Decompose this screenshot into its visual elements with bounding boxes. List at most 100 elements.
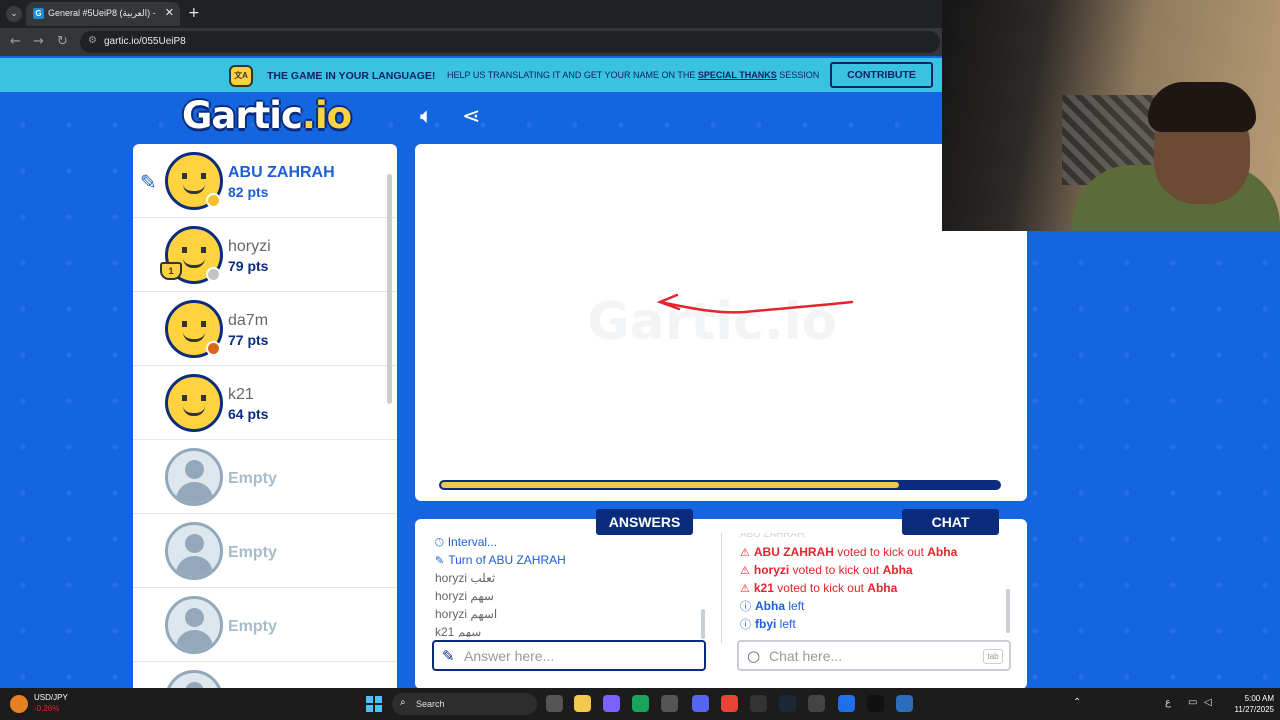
trophy-icon: 1 — [160, 262, 182, 280]
edge-icon[interactable] — [632, 695, 649, 712]
app-icon[interactable] — [750, 695, 767, 712]
list-item: ✎ Turn of ABU ZAHRAH — [435, 553, 566, 567]
chevron-up-icon[interactable]: ⌃ — [1073, 697, 1081, 708]
empty-slot: Empty — [133, 440, 397, 514]
app-icon[interactable] — [896, 695, 913, 712]
task-view-icon[interactable] — [546, 695, 563, 712]
empty-slot-label: Empty — [228, 544, 277, 561]
status-dot — [206, 193, 221, 208]
app-icon[interactable] — [867, 695, 884, 712]
store-icon[interactable] — [661, 695, 678, 712]
empty-slot-label: Empty — [228, 470, 277, 487]
answer-field[interactable]: ✎ — [432, 640, 706, 671]
player-points: 79 pts — [228, 258, 269, 274]
clock-icon: 🕓︎ — [435, 536, 444, 549]
banner-text: HELP US TRANSLATING IT AND GET YOUR NAME… — [447, 70, 820, 80]
contribute-button[interactable]: CONTRIBUTE — [830, 62, 933, 88]
list-item: ABU ZAHRAH — [740, 533, 805, 540]
url-text: gartic.io/055UeiP8 — [104, 36, 186, 47]
drawing-canvas[interactable]: Gartic.io — [415, 144, 1027, 501]
empty-slot-label: Empty — [228, 618, 277, 635]
new-tab-icon[interactable]: + — [188, 5, 200, 21]
tab-search-icon[interactable]: ⌄ — [6, 6, 22, 22]
player-points: 82 pts — [228, 184, 269, 200]
forward-icon[interactable]: → — [33, 34, 44, 49]
special-thanks-link[interactable]: SPECIAL THANKS — [698, 70, 777, 80]
list-item: 🕓︎ Interval... — [435, 535, 498, 549]
xbox-icon[interactable] — [808, 695, 825, 712]
ticker-symbol[interactable]: USD/JPY — [34, 693, 68, 702]
empty-avatar — [165, 448, 223, 506]
tab-key-hint: tab — [983, 649, 1003, 664]
chat-field[interactable]: ○ tab — [737, 640, 1011, 671]
player-list-scrollbar[interactable] — [387, 174, 392, 404]
panel-divider — [721, 533, 722, 643]
info-icon: ⓘ — [740, 600, 751, 613]
tab-title: General #5UeiP8 (العربية) - Gartic.io — [48, 8, 158, 18]
ticker-value: -0,26% — [34, 704, 60, 713]
answer-input[interactable] — [464, 646, 664, 666]
chat-scrollbar[interactable] — [1006, 589, 1010, 633]
tab-chat[interactable]: CHAT — [902, 509, 999, 535]
empty-avatar — [165, 670, 223, 688]
list-item: ⚠ k21 voted to kick out Abha — [740, 581, 898, 595]
discord-icon[interactable] — [692, 695, 709, 712]
pencil-icon: ✎ — [442, 647, 455, 665]
gartic-logo: Gartic.io — [182, 94, 352, 137]
answers-scrollbar[interactable] — [701, 609, 705, 639]
list-item: horyzi اسهم — [435, 607, 498, 621]
tab-close-icon[interactable]: ✕ — [165, 6, 174, 19]
drawing-pencil-icon: ✎ — [140, 170, 157, 194]
answers-chat-panel: ANSWERS CHAT 🕓︎ Interval... ✎ Turn of ABU … — [415, 509, 1027, 688]
search-label: Search — [416, 699, 445, 709]
language-indicator[interactable]: ع — [1165, 697, 1171, 708]
chrome-icon[interactable] — [721, 695, 738, 712]
pencil-icon: ✎ — [435, 554, 445, 567]
browser-tab[interactable]: G General #5UeiP8 (العربية) - Gartic.io … — [26, 2, 180, 26]
search-icon: ⌕ — [400, 697, 406, 708]
warning-icon: ⚠ — [740, 564, 750, 577]
tab-answers[interactable]: ANSWERS — [596, 509, 693, 535]
player-points: 64 pts — [228, 406, 269, 422]
list-item: ⓘ Abha left — [740, 599, 805, 613]
player-name: da7m — [228, 312, 269, 329]
list-item: horyzi ثعلب — [435, 571, 496, 585]
player-row: da7m 77 pts — [133, 292, 397, 366]
warning-icon: ⚠ — [740, 582, 750, 595]
copilot-icon[interactable] — [603, 695, 620, 712]
windows-taskbar: USD/JPY -0,26% ⌕ Search ⌃ ع ▭ ◁ 5:00 AM … — [0, 688, 1280, 720]
banner-headline: THE GAME IN YOUR LANGUAGE! — [267, 70, 436, 82]
reload-icon[interactable]: ↻ — [57, 34, 68, 49]
taskbar-search[interactable]: ⌕ Search — [392, 693, 537, 715]
player-name: ABU ZAHRAH — [228, 164, 335, 181]
empty-slot: Empty — [133, 588, 397, 662]
site-info-icon[interactable]: ⚙ — [88, 35, 97, 46]
player-name: horyzi — [228, 238, 271, 255]
empty-slot: Empty — [133, 514, 397, 588]
status-dot — [206, 267, 221, 282]
weather-widget-icon[interactable] — [10, 695, 28, 713]
network-icon[interactable]: ▭ — [1188, 697, 1197, 708]
steam-icon[interactable] — [779, 695, 796, 712]
back-icon[interactable]: ← — [10, 34, 21, 49]
sound-icon[interactable]: 🔈︎ — [420, 104, 433, 129]
list-item: ⚠ ABU ZAHRAH voted to kick out Abha — [740, 545, 958, 559]
status-dot — [206, 341, 221, 356]
player-row: ✎ ABU ZAHRAH 82 pts — [133, 144, 397, 218]
translate-icon: 文A — [229, 65, 253, 87]
address-bar[interactable]: ⚙ gartic.io/055UeiP8 — [80, 31, 940, 53]
file-explorer-icon[interactable] — [574, 695, 591, 712]
empty-avatar — [165, 522, 223, 580]
clock[interactable]: 5:00 AM 11/27/2025 — [1222, 693, 1274, 715]
chat-input[interactable] — [769, 646, 969, 666]
answers-feed: 🕓︎ Interval... ✎ Turn of ABU ZAHRAH horyzi… — [435, 533, 715, 637]
app-icon[interactable] — [838, 695, 855, 712]
webcam-overlay — [942, 0, 1280, 231]
share-icon[interactable]: ⋖ — [462, 104, 480, 129]
player-name: k21 — [228, 386, 254, 403]
info-icon: ⓘ — [740, 618, 751, 631]
round-timer-fill — [441, 482, 899, 488]
volume-icon[interactable]: ◁ — [1204, 697, 1212, 708]
warning-icon: ⚠ — [740, 546, 750, 559]
start-icon[interactable] — [366, 696, 382, 712]
